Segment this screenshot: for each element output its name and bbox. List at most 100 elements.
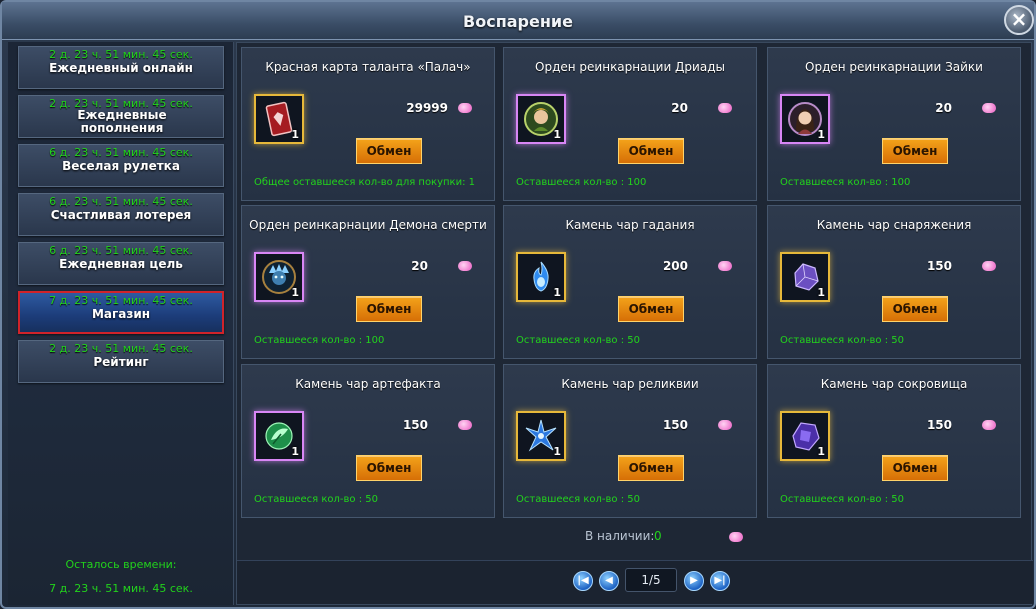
shop-item-card: Камень чар гадания 1 200 Обмен Оставшеес… — [503, 205, 757, 359]
bunny-portrait-icon[interactable]: 1 — [780, 94, 830, 144]
pink-gem-icon — [718, 261, 732, 271]
item-price: 150 — [926, 259, 952, 273]
first-page-icon[interactable]: |◀ — [573, 571, 593, 591]
sidebar-item-timer: 6 д. 23 ч. 51 мин. 45 сек. — [49, 244, 193, 257]
pagination: |◀ ◀ 1/5 ▶ ▶| — [237, 560, 1033, 604]
dryad-portrait-icon[interactable]: 1 — [516, 94, 566, 144]
sidebar-item-label: Ежедневный онлайн — [49, 61, 193, 75]
exchange-button[interactable]: Обмен — [356, 138, 422, 164]
item-remaining: Общее оставшееся кол-во для покупки: 1 — [254, 177, 476, 188]
shop-item-card: Красная карта таланта «Палач» 1 29999 Об… — [241, 47, 495, 201]
event-window: Воспарение × 2 д. 23 ч. 51 мин. 45 сек. … — [0, 0, 1036, 609]
item-title: Камень чар артефакта — [295, 377, 441, 391]
prev-page-icon[interactable]: ◀ — [599, 571, 619, 591]
item-price: 29999 — [406, 101, 448, 115]
purple-crystal-icon[interactable]: 1 — [780, 252, 830, 302]
item-remaining: Оставшееся кол-во : 50 — [516, 494, 640, 505]
item-quantity: 1 — [291, 445, 299, 458]
exchange-button[interactable]: Обмен — [618, 138, 684, 164]
item-quantity: 1 — [817, 445, 825, 458]
item-price: 150 — [926, 418, 952, 432]
sidebar-item-label: Магазин — [91, 307, 151, 321]
item-title: Камень чар снаряжения — [816, 218, 972, 232]
item-title: Камень чар реликвии — [561, 377, 699, 391]
pink-gem-icon — [718, 420, 732, 430]
item-remaining: Оставшееся кол-во : 50 — [254, 494, 378, 505]
violet-gem-stone-icon[interactable]: 1 — [780, 411, 830, 461]
shop-item-card: Орден реинкарнации Дриады 1 20 Обмен Ост… — [503, 47, 757, 201]
pink-gem-icon — [718, 103, 732, 113]
shop-item-card: Камень чар сокровища 1 150 Обмен Оставше… — [767, 364, 1021, 518]
sidebar-item-rating[interactable]: 2 д. 23 ч. 51 мин. 45 сек. Рейтинг — [18, 340, 224, 383]
sidebar: 2 д. 23 ч. 51 мин. 45 сек. Ежедневный он… — [8, 42, 234, 605]
sidebar-item-label: Рейтинг — [93, 355, 149, 369]
death-demon-portrait-icon[interactable]: 1 — [254, 252, 304, 302]
pink-gem-icon — [982, 420, 996, 430]
item-title: Орден реинкарнации Демона смерти — [249, 218, 487, 232]
exchange-button[interactable]: Обмен — [882, 296, 948, 322]
shop-panel: Красная карта таланта «Палач» 1 29999 Об… — [236, 42, 1033, 605]
sidebar-item-timer: 6 д. 23 ч. 51 мин. 45 сек. — [49, 195, 193, 208]
item-price: 20 — [411, 259, 428, 273]
pink-gem-icon — [982, 261, 996, 271]
item-quantity: 1 — [553, 445, 561, 458]
item-remaining: Оставшееся кол-во : 50 — [516, 335, 640, 346]
sidebar-item-lottery[interactable]: 6 д. 23 ч. 51 мин. 45 сек. Счастливая ло… — [18, 193, 224, 236]
item-remaining: Оставшееся кол-во : 50 — [780, 494, 904, 505]
item-title: Орден реинкарнации Зайки — [805, 60, 983, 74]
exchange-button[interactable]: Обмен — [356, 455, 422, 481]
shop-item-card: Орден реинкарнации Демона смерти 1 20 Об… — [241, 205, 495, 359]
shop-item-card: Орден реинкарнации Зайки 1 20 Обмен Оста… — [767, 47, 1021, 201]
time-left-value: 7 д. 23 ч. 51 мин. 45 сек. — [49, 582, 193, 595]
item-title: Камень чар гадания — [565, 218, 695, 232]
item-quantity: 1 — [817, 286, 825, 299]
stock-label: В наличии: — [585, 529, 655, 543]
last-page-icon[interactable]: ▶| — [710, 571, 730, 591]
item-price: 20 — [935, 101, 952, 115]
sidebar-item-timer: 7 д. 23 ч. 51 мин. 45 сек. — [49, 294, 193, 307]
page-indicator: 1/5 — [625, 568, 677, 592]
item-quantity: 1 — [817, 128, 825, 141]
exchange-button[interactable]: Обмен — [356, 296, 422, 322]
blue-flame-stone-icon[interactable]: 1 — [516, 252, 566, 302]
shop-item-card: Камень чар снаряжения 1 150 Обмен Оставш… — [767, 205, 1021, 359]
exchange-button[interactable]: Обмен — [882, 455, 948, 481]
item-quantity: 1 — [553, 128, 561, 141]
item-price: 20 — [671, 101, 688, 115]
red-card-icon[interactable]: 1 — [254, 94, 304, 144]
sidebar-item-daily-goal[interactable]: 6 д. 23 ч. 51 мин. 45 сек. Ежедневная це… — [18, 242, 224, 285]
item-title: Камень чар сокровища — [820, 377, 968, 391]
item-remaining: Оставшееся кол-во : 100 — [516, 177, 647, 188]
next-page-icon[interactable]: ▶ — [684, 571, 704, 591]
pink-gem-icon — [458, 261, 472, 271]
sidebar-item-shop[interactable]: 7 д. 23 ч. 51 мин. 45 сек. Магазин — [18, 291, 224, 334]
sidebar-item-label: Ежедневная цель — [59, 257, 183, 271]
item-price: 200 — [662, 259, 688, 273]
sidebar-item-timer: 6 д. 23 ч. 51 мин. 45 сек. — [49, 146, 193, 159]
item-price: 150 — [402, 418, 428, 432]
sidebar-item-daily-topup[interactable]: 2 д. 23 ч. 51 мин. 45 сек. Ежедневные по… — [18, 95, 224, 138]
pink-gem-icon — [729, 532, 743, 542]
item-quantity: 1 — [291, 128, 299, 141]
item-title: Красная карта таланта «Палач» — [265, 60, 471, 74]
title-bar: Воспарение × — [2, 2, 1034, 40]
exchange-button[interactable]: Обмен — [618, 296, 684, 322]
item-remaining: Оставшееся кол-во : 100 — [254, 335, 385, 346]
pink-gem-icon — [982, 103, 996, 113]
window-title: Воспарение — [463, 12, 573, 31]
sidebar-item-timer: 2 д. 23 ч. 51 мин. 45 сек. — [49, 48, 193, 61]
exchange-button[interactable]: Обмен — [882, 138, 948, 164]
time-left-label: Осталось времени: — [65, 558, 177, 571]
stock-value: 0 — [654, 529, 662, 543]
pink-gem-icon — [458, 420, 472, 430]
exchange-button[interactable]: Обмен — [618, 455, 684, 481]
sidebar-item-roulette[interactable]: 6 д. 23 ч. 51 мин. 45 сек. Веселая рулет… — [18, 144, 224, 187]
pink-gem-icon — [458, 103, 472, 113]
close-icon[interactable]: × — [1004, 5, 1034, 35]
item-quantity: 1 — [291, 286, 299, 299]
sidebar-item-label: Веселая рулетка — [62, 159, 180, 173]
blue-star-stone-icon[interactable]: 1 — [516, 411, 566, 461]
sidebar-item-daily-online[interactable]: 2 д. 23 ч. 51 мин. 45 сек. Ежедневный он… — [18, 46, 224, 89]
item-title: Орден реинкарнации Дриады — [535, 60, 725, 74]
green-leaf-stone-icon[interactable]: 1 — [254, 411, 304, 461]
